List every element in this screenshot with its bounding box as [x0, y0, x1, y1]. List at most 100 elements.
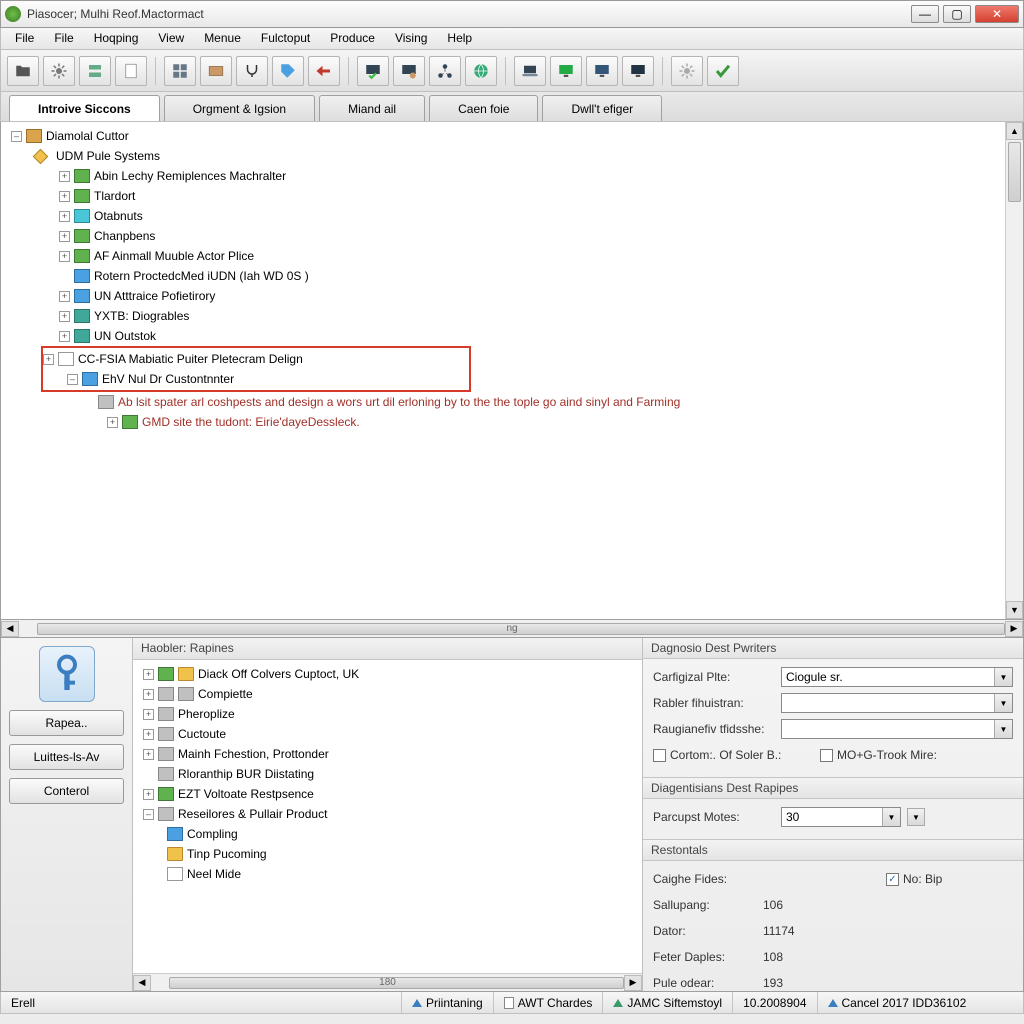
vertical-scrollbar[interactable]: ▲ ▼: [1005, 122, 1023, 619]
horizontal-scrollbar[interactable]: ◀ ng ▶: [0, 620, 1024, 638]
tree-node[interactable]: –EhV Nul Dr Custontnnter: [67, 369, 469, 389]
tree-node[interactable]: +UN Atttraice Pofietirory: [59, 286, 1019, 306]
expander-icon[interactable]: +: [143, 749, 154, 760]
tree-node[interactable]: UDM Pule Systems: [35, 146, 1019, 166]
expander-icon[interactable]: +: [107, 417, 118, 428]
list-item[interactable]: Compling: [167, 824, 638, 844]
menu-file-1[interactable]: File: [5, 28, 44, 49]
tab-dwll[interactable]: Dwll't efiger: [542, 95, 662, 121]
scroll-right-icon[interactable]: ▶: [1005, 621, 1023, 637]
cog-grey-icon[interactable]: [671, 56, 703, 86]
expander-icon[interactable]: +: [143, 689, 154, 700]
screen-check-icon[interactable]: [357, 56, 389, 86]
gear-icon[interactable]: [43, 56, 75, 86]
nobip-checkbox[interactable]: ✓: [886, 873, 899, 886]
check-icon[interactable]: [707, 56, 739, 86]
grid-icon[interactable]: [164, 56, 196, 86]
status-cell[interactable]: Cancel 2017 IDD36102: [817, 992, 977, 1013]
tree-node[interactable]: +Chanpbens: [59, 226, 1019, 246]
chevron-down-icon[interactable]: ▼: [882, 808, 900, 826]
menu-vising[interactable]: Vising: [385, 28, 437, 49]
tree-root[interactable]: –Diamolal Cuttor: [11, 126, 1019, 146]
server-icon[interactable]: [79, 56, 111, 86]
list-item[interactable]: +Compiette: [143, 684, 638, 704]
laptop-icon[interactable]: [514, 56, 546, 86]
folder-icon[interactable]: [7, 56, 39, 86]
list-item[interactable]: +EZT Voltoate Restpsence: [143, 784, 638, 804]
close-button[interactable]: ✕: [975, 5, 1019, 23]
chevron-down-icon[interactable]: ▼: [994, 668, 1012, 686]
menu-view[interactable]: View: [148, 28, 194, 49]
monitor-a-icon[interactable]: [550, 56, 582, 86]
tree-note[interactable]: +GMD site the tudont: Eirie'dayeDessleck…: [107, 412, 1019, 432]
list-item[interactable]: Tinp Pucoming: [167, 844, 638, 864]
tab-introive[interactable]: Introive Siccons: [9, 95, 160, 121]
expander-icon[interactable]: –: [11, 131, 22, 142]
menu-menue[interactable]: Menue: [194, 28, 251, 49]
tab-orgment[interactable]: Orgment & Igsion: [164, 95, 315, 121]
expander-icon[interactable]: +: [59, 211, 70, 222]
status-cell[interactable]: Priintaning: [401, 992, 493, 1013]
expander-icon[interactable]: –: [67, 374, 78, 385]
minimize-button[interactable]: —: [911, 5, 939, 23]
parcupst-combo[interactable]: 30▼: [781, 807, 901, 827]
expander-icon[interactable]: +: [59, 231, 70, 242]
list-item[interactable]: +Cuctoute: [143, 724, 638, 744]
rabler-combo[interactable]: ▼: [781, 693, 1013, 713]
network-icon[interactable]: [429, 56, 461, 86]
expander-icon[interactable]: +: [143, 789, 154, 800]
tree-node-selected[interactable]: +CC-FSIA Mabiatic Puiter Pletecram Delig…: [43, 349, 469, 369]
tree-node[interactable]: +Abin Lechy Remiplences Machralter: [59, 166, 1019, 186]
scroll-right-icon[interactable]: ▶: [624, 975, 642, 991]
status-cell[interactable]: JAMC Siftemstoyl: [602, 992, 732, 1013]
scroll-up-icon[interactable]: ▲: [1006, 122, 1023, 140]
yoke-icon[interactable]: [236, 56, 268, 86]
scroll-thumb[interactable]: [1008, 142, 1021, 202]
menu-file-2[interactable]: File: [44, 28, 83, 49]
list-item[interactable]: +Pheroplize: [143, 704, 638, 724]
arrow-left-icon[interactable]: [308, 56, 340, 86]
monitor-c-icon[interactable]: [622, 56, 654, 86]
tree-node[interactable]: +Tlardort: [59, 186, 1019, 206]
menu-hoqping[interactable]: Hoqping: [84, 28, 149, 49]
tree-node[interactable]: +YXTB: Diogrables: [59, 306, 1019, 326]
maximize-button[interactable]: ▢: [943, 5, 971, 23]
monitor-b-icon[interactable]: [586, 56, 618, 86]
scroll-thumb[interactable]: [169, 977, 624, 989]
raugianefiv-combo[interactable]: ▼: [781, 719, 1013, 739]
key-icon[interactable]: [39, 646, 95, 702]
carfigizal-combo[interactable]: Ciogule sr.▼: [781, 667, 1013, 687]
list-item[interactable]: Rloranthip BUR Diistating: [143, 764, 638, 784]
cortom-checkbox[interactable]: [653, 749, 666, 762]
scroll-left-icon[interactable]: ◀: [133, 975, 151, 991]
expander-icon[interactable]: +: [59, 311, 70, 322]
chevron-down-icon[interactable]: ▼: [994, 720, 1012, 738]
menu-help[interactable]: Help: [437, 28, 482, 49]
card-icon[interactable]: [200, 56, 232, 86]
scroll-left-icon[interactable]: ◀: [1, 621, 19, 637]
expander-icon[interactable]: +: [43, 354, 54, 365]
expander-icon[interactable]: +: [143, 729, 154, 740]
list-item[interactable]: +Diack Off Colvers Cuptoct, UK: [143, 664, 638, 684]
rapea-button[interactable]: Rapea..: [9, 710, 124, 736]
chevron-down-icon[interactable]: ▼: [907, 808, 925, 826]
globe-icon[interactable]: [465, 56, 497, 86]
chevron-down-icon[interactable]: ▼: [994, 694, 1012, 712]
list-item[interactable]: +Mainh Fchestion, Prottonder: [143, 744, 638, 764]
conterol-button[interactable]: Conterol: [9, 778, 124, 804]
horizontal-scrollbar[interactable]: ◀ 180 ▶: [133, 973, 642, 991]
scroll-down-icon[interactable]: ▼: [1006, 601, 1023, 619]
tree-node[interactable]: +Otabnuts: [59, 206, 1019, 226]
expander-icon[interactable]: +: [143, 709, 154, 720]
page-icon[interactable]: [115, 56, 147, 86]
tree-node[interactable]: Rotern ProctedcMed iUDN (Iah WD 0S ): [59, 266, 1019, 286]
tab-miand[interactable]: Miand ail: [319, 95, 425, 121]
menu-produce[interactable]: Produce: [320, 28, 385, 49]
list-item[interactable]: Neel Mide: [167, 864, 638, 884]
expander-icon[interactable]: +: [143, 669, 154, 680]
screen-wrench-icon[interactable]: [393, 56, 425, 86]
tab-caen[interactable]: Caen foie: [429, 95, 538, 121]
scroll-thumb[interactable]: [37, 623, 1005, 635]
expander-icon[interactable]: –: [143, 809, 154, 820]
expander-icon[interactable]: +: [59, 291, 70, 302]
